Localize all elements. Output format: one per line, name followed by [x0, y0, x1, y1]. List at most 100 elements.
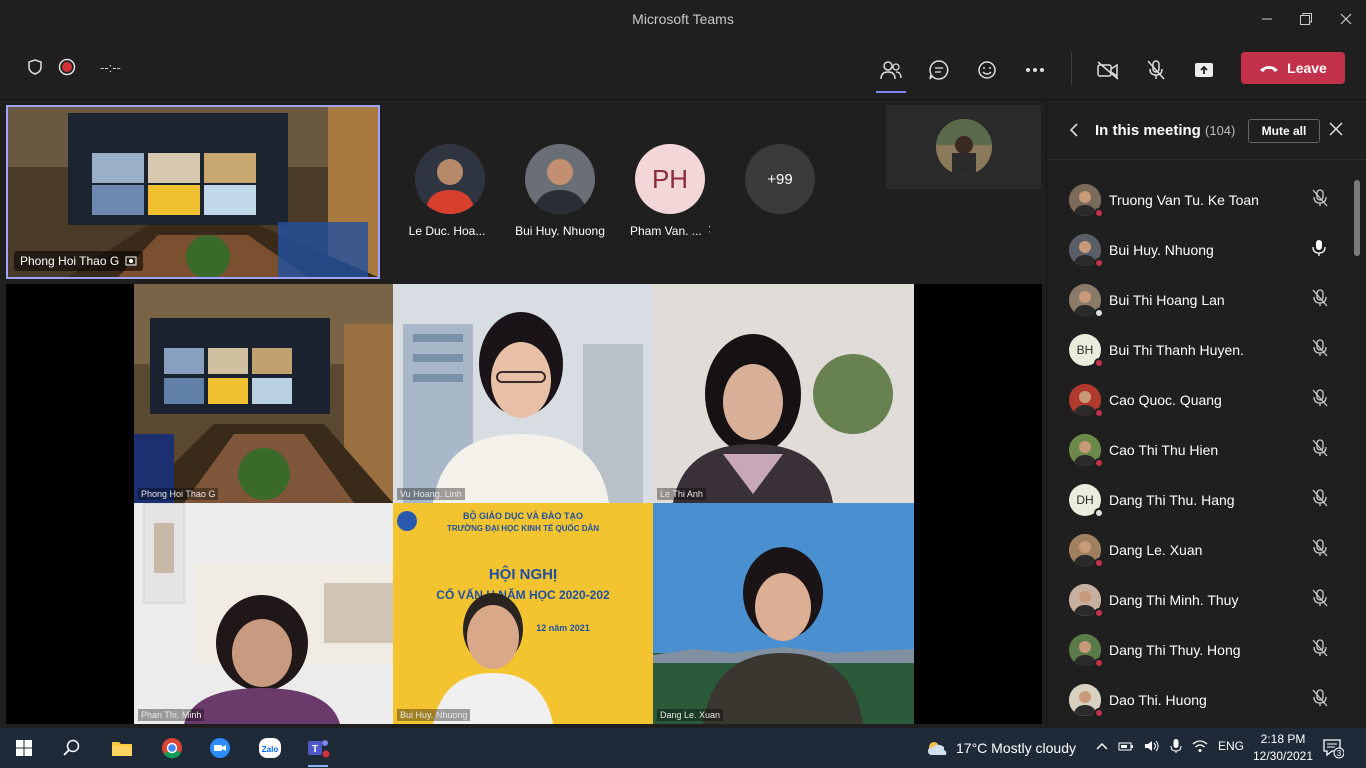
participant-name: Bui Huy. Nhuong: [1109, 242, 1214, 258]
participant-row[interactable]: Cao Quoc. Quang: [1047, 375, 1353, 425]
participant-row[interactable]: Dang Thi Thuy. Hong: [1047, 625, 1353, 675]
participant-avatar: [1069, 284, 1104, 318]
file-explorer-button[interactable]: [104, 732, 140, 764]
gallery-tile: Dang Le. Xuan: [653, 503, 914, 724]
participant-row[interactable]: Bui Huy. Nhuong: [1047, 225, 1353, 275]
participant-row[interactable]: DH Dang Thi Thu. Hang: [1047, 475, 1353, 525]
windows-icon: [16, 740, 32, 756]
share-screen-button[interactable]: [1187, 53, 1221, 87]
self-avatar-photo: [935, 119, 992, 175]
recording-icon: [58, 58, 76, 76]
mic-off-icon[interactable]: [1312, 688, 1328, 712]
person-photo: [415, 144, 485, 214]
self-view[interactable]: [886, 105, 1041, 189]
mic-off-icon[interactable]: [1312, 338, 1328, 362]
participants-button[interactable]: [874, 53, 908, 93]
gallery-tile: Vu Hoang. Linh: [393, 284, 653, 503]
panel-title: In this meeting: [1095, 122, 1201, 139]
mic-off-icon: [1147, 60, 1165, 80]
weather-text: 17°C Mostly cloudy: [956, 740, 1076, 756]
mic-off-icon: [708, 225, 710, 234]
participant-name: Dang Thi Thu. Hang: [1109, 492, 1235, 508]
participant-name: Truong Van Tu. Ke Toan: [1109, 192, 1259, 208]
start-button[interactable]: [6, 732, 42, 764]
pinned-video-tile[interactable]: Phong Hoi Thao G: [6, 105, 380, 279]
chat-button[interactable]: [922, 53, 956, 87]
participant-avatar: [1069, 384, 1104, 418]
mic-off-icon[interactable]: [1312, 588, 1328, 612]
close-icon[interactable]: [1329, 122, 1343, 136]
participant-row[interactable]: Cao Thi Thu Hien: [1047, 425, 1353, 475]
close-window-button[interactable]: [1326, 0, 1366, 38]
panel-scrollbar[interactable]: [1354, 180, 1360, 256]
leave-button[interactable]: Leave: [1241, 52, 1345, 84]
clock-time: 2:18 PM: [1260, 732, 1306, 746]
people-icon: [880, 61, 902, 80]
participant-video: [653, 503, 914, 724]
camera-toggle-button[interactable]: [1091, 53, 1125, 87]
hang-up-icon: [1260, 66, 1279, 72]
reactions-button[interactable]: [970, 53, 1004, 87]
microphone-icon[interactable]: [1170, 738, 1182, 754]
weather-widget[interactable]: 17°C Mostly cloudy: [926, 739, 1076, 757]
maximize-button[interactable]: [1286, 0, 1326, 38]
chevron-up-icon[interactable]: [1096, 741, 1108, 751]
mic-off-icon[interactable]: [1312, 638, 1328, 662]
participant-avatar: [1069, 634, 1104, 668]
language-indicator[interactable]: ENG: [1218, 739, 1244, 753]
mic-off-icon[interactable]: [1312, 488, 1328, 512]
notification-center-button[interactable]: 3: [1322, 737, 1345, 764]
presence-status-icon: [1094, 508, 1104, 518]
mic-off-icon[interactable]: [1312, 288, 1328, 312]
mic-on-icon[interactable]: [1312, 239, 1326, 262]
zalo-button[interactable]: Zalo: [252, 732, 288, 764]
avatar-tile[interactable]: Le Duc. Hoa...: [409, 144, 490, 238]
participant-row[interactable]: Dang Thi Minh. Thuy: [1047, 575, 1353, 625]
shared-gallery-video[interactable]: Phong Hoi Thao G Vu Hoang. Linh Le Thi A…: [6, 284, 1042, 724]
participant-avatar: [1069, 584, 1104, 618]
presence-status-icon: [1094, 408, 1104, 418]
participant-avatar: [1069, 684, 1104, 718]
toolbar-separator: [1071, 52, 1072, 86]
teams-button[interactable]: T: [300, 732, 336, 767]
mic-off-icon[interactable]: [1312, 538, 1328, 562]
participant-row[interactable]: Dao Thi. Huong: [1047, 675, 1353, 725]
participant-row[interactable]: BH Bui Thi Thanh Huyen.: [1047, 325, 1353, 375]
zalo-icon: Zalo: [259, 738, 281, 758]
participant-video: [134, 503, 393, 724]
wifi-icon[interactable]: [1192, 739, 1208, 753]
mic-toggle-button[interactable]: [1139, 53, 1173, 87]
tile-name: Phan Thi. Minh: [138, 709, 205, 721]
participant-video: BỘ GIÁO DỤC VÀ ĐÀO TẠO TRƯỜNG ĐẠI HỌC KI…: [393, 503, 653, 724]
more-actions-button[interactable]: [1018, 53, 1052, 87]
minimize-button[interactable]: [1247, 0, 1287, 38]
chrome-button[interactable]: [154, 732, 190, 764]
meeting-toolbar: --:-- Leave: [0, 38, 1366, 100]
avatar-tile[interactable]: PH Pham Van. ...: [630, 144, 710, 238]
mic-off-icon[interactable]: [1312, 188, 1328, 212]
search-button[interactable]: [54, 732, 90, 764]
mute-all-button[interactable]: Mute all: [1248, 119, 1320, 143]
tile-name: Le Thi Anh: [657, 488, 706, 500]
participant-row[interactable]: Bui Thi Hoang Lan: [1047, 275, 1353, 325]
mic-off-icon[interactable]: [1312, 388, 1328, 412]
volume-icon[interactable]: [1144, 739, 1160, 753]
battery-icon[interactable]: [1118, 739, 1134, 753]
participant-video: [393, 284, 653, 503]
participant-name: Dang Thi Minh. Thuy: [1109, 592, 1239, 608]
title-bar: Microsoft Teams: [0, 0, 1366, 38]
participant-row[interactable]: Dang Le. Xuan: [1047, 525, 1353, 575]
presence-status-icon: [1094, 658, 1104, 668]
participant-row[interactable]: Truong Van Tu. Ke Toan: [1047, 175, 1353, 225]
mic-off-icon[interactable]: [1312, 438, 1328, 462]
participants-panel: In this meeting (104) Mute all Truong Va…: [1046, 100, 1366, 728]
avatar: [525, 144, 595, 214]
clock[interactable]: 2:18 PM 12/30/2021: [1252, 731, 1314, 765]
banner-line2: TRƯỜNG ĐẠI HỌC KINH TẾ QUỐC DÂN: [447, 523, 599, 533]
zoom-button[interactable]: [202, 732, 238, 764]
banner-line1: BỘ GIÁO DỤC VÀ ĐÀO TẠO: [463, 510, 583, 521]
chevron-left-icon[interactable]: [1069, 122, 1079, 138]
avatar-tile[interactable]: Bui Huy. Nhuong: [515, 144, 605, 238]
more-participants-tile[interactable]: +99: [740, 144, 820, 238]
chat-icon: [929, 60, 949, 80]
